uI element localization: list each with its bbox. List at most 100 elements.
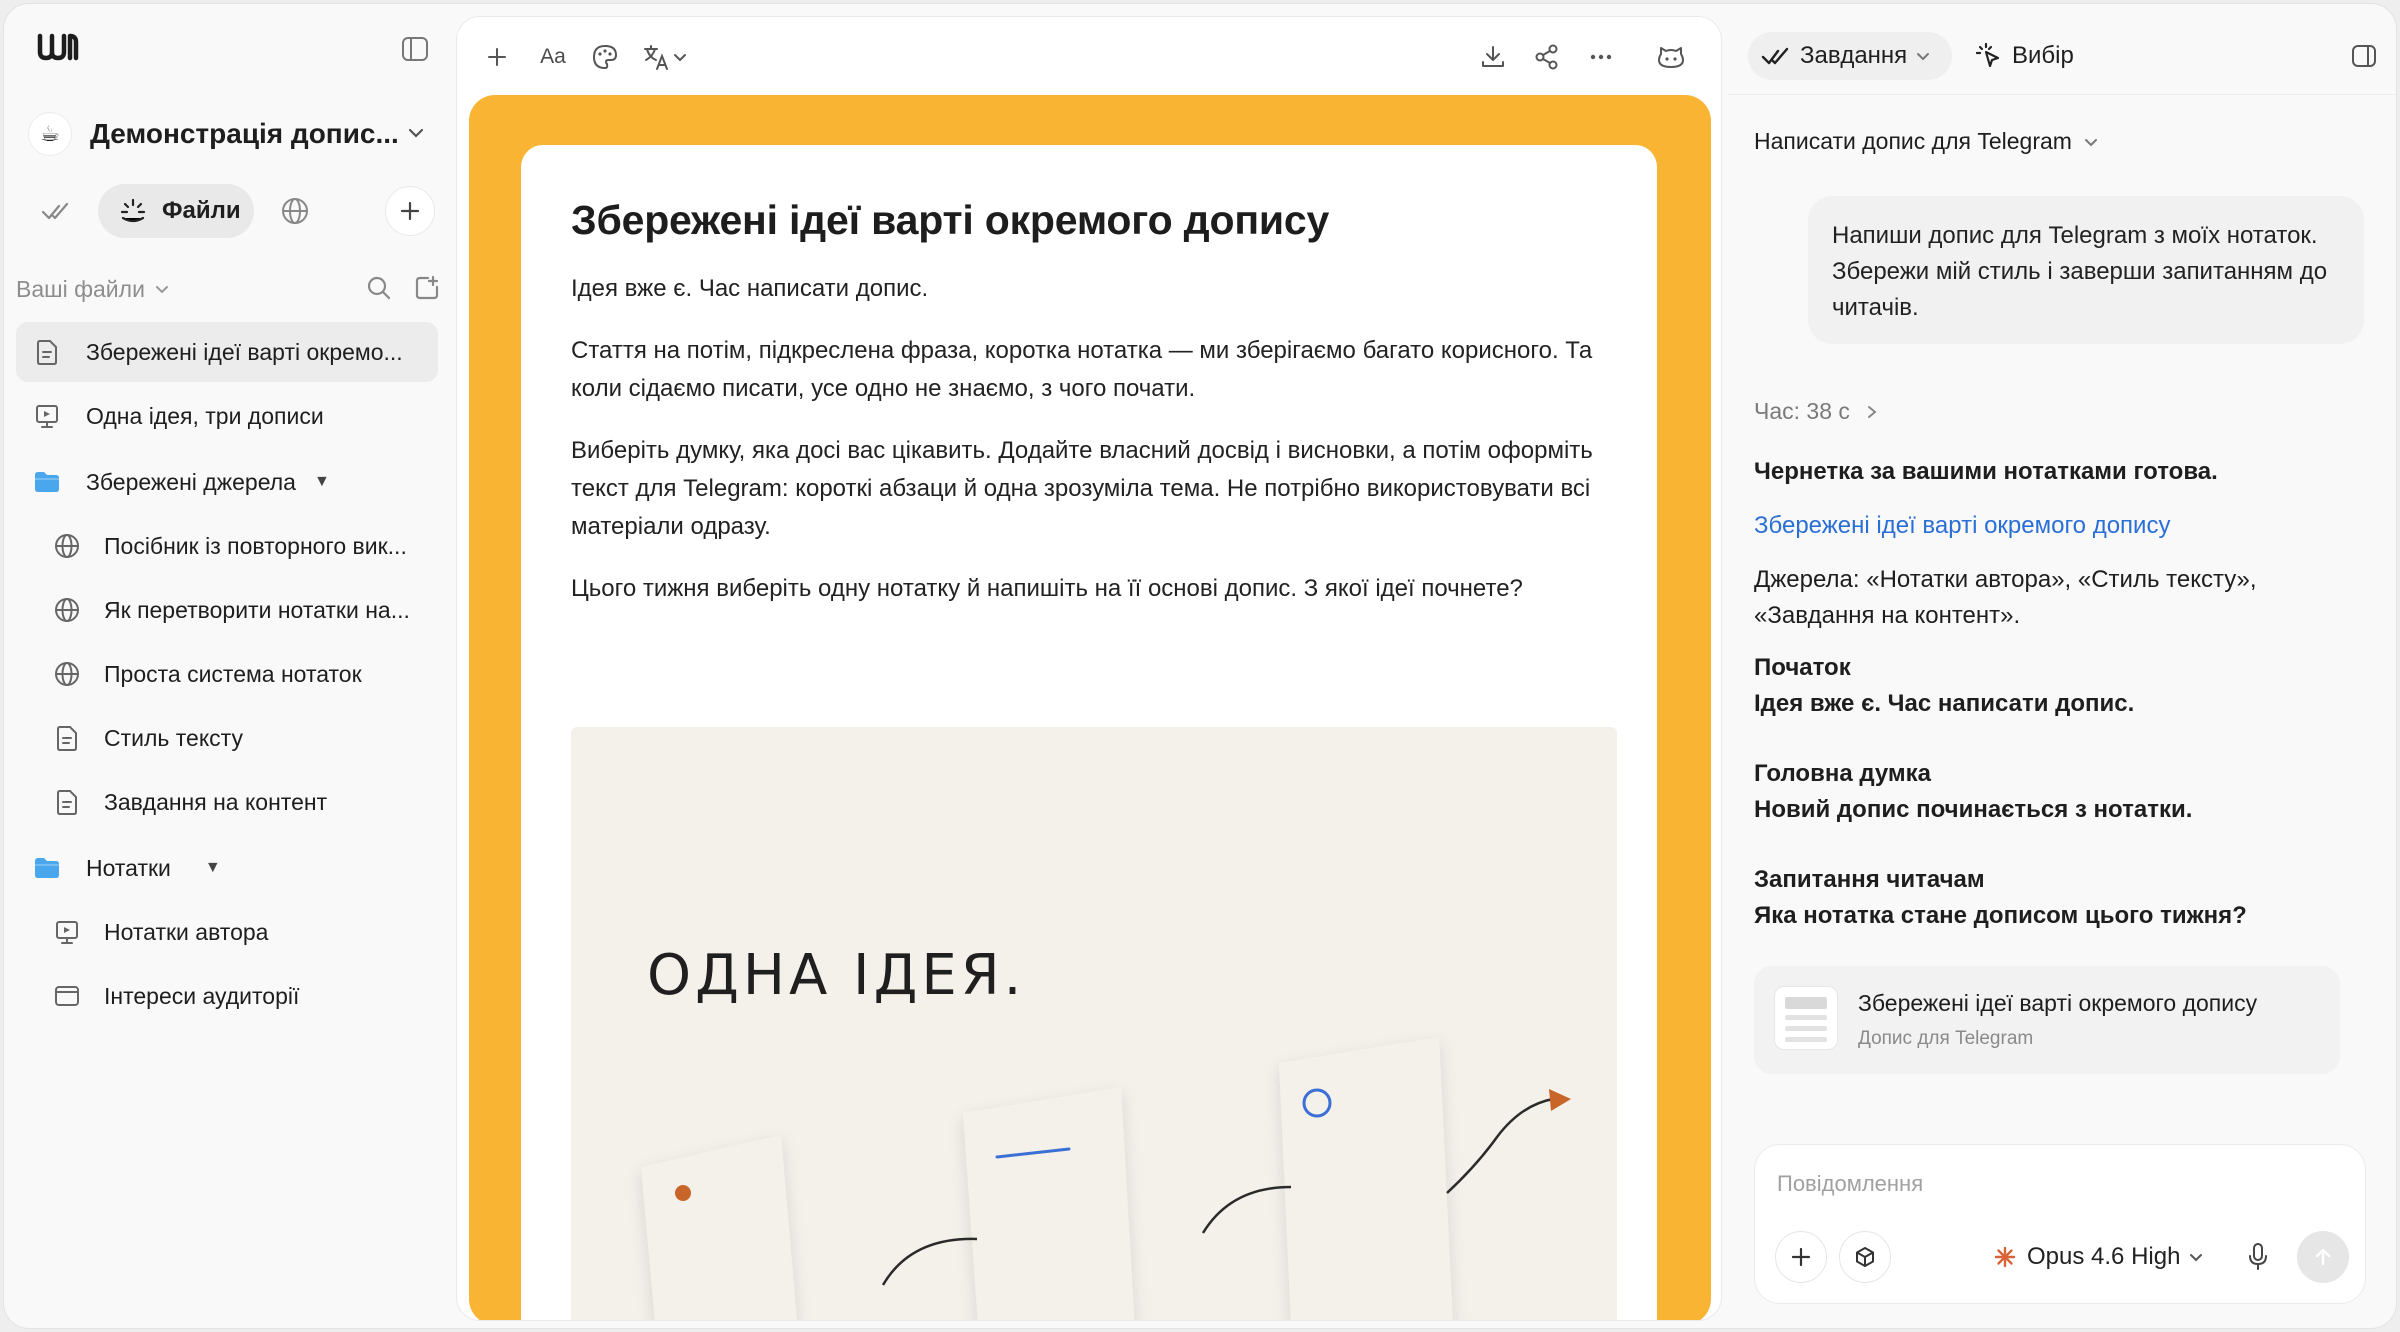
file-item-text-style[interactable]: Стиль тексту (16, 708, 438, 768)
document-title[interactable]: Збережені ідеї варті окремого допису (571, 197, 1607, 244)
app-logo-icon[interactable] (34, 28, 84, 64)
doc-icon (52, 723, 82, 753)
file-item-transform-notes[interactable]: Як перетворити нотатки на... (16, 580, 438, 640)
user-message: Напиши допис для Telegram з моїх нотаток… (1808, 196, 2364, 344)
folder-notes[interactable]: Нотатки ▼ (16, 838, 438, 898)
plus-icon (488, 48, 506, 66)
model-selector[interactable]: Opus 4.6 High (1993, 1237, 2204, 1277)
doc-icon (32, 337, 62, 367)
chevron-down-icon (1917, 53, 1930, 61)
tasks-check-icon[interactable] (36, 192, 74, 230)
chevron-right-icon (1867, 405, 1877, 418)
folder-label: Нотатки (86, 854, 171, 881)
doc-icon (52, 787, 82, 817)
file-item-reuse-guide[interactable]: Посібник із повторного вик... (16, 516, 438, 576)
document-reference-card[interactable]: Збережені ідеї варті окремого допису Доп… (1754, 966, 2340, 1074)
file-item-audience-interests[interactable]: Інтереси аудиторії (16, 966, 438, 1026)
sidebar-toggle-icon[interactable] (400, 34, 430, 64)
file-item-label: Нотатки автора (104, 918, 269, 945)
response-section: Головна думка Новий допис починається з … (1754, 756, 2374, 828)
message-composer: Повідомлення Opus 4.6 High (1754, 1144, 2366, 1304)
model-label: Opus 4.6 High (2027, 1243, 2181, 1270)
document-paragraph[interactable]: Виберіть думку, яка досі вас цікавить. Д… (571, 432, 1607, 546)
translate-button[interactable] (637, 39, 693, 75)
chevron-down-icon (408, 128, 424, 138)
assistant-bot-icon[interactable] (1653, 39, 1689, 75)
editor-toolbar: Aa (457, 17, 1721, 97)
tab-files[interactable]: Файли (98, 184, 254, 238)
send-button[interactable] (2297, 1231, 2349, 1283)
message-input[interactable]: Повідомлення (1777, 1171, 1923, 1197)
caret-down-icon: ▼ (204, 859, 221, 876)
add-block-button[interactable] (479, 39, 515, 75)
microphone-icon[interactable] (2245, 1241, 2271, 1273)
folder-icon (32, 853, 62, 883)
app-window: ☕ Демонстрація допис... Файли Ваші файли (3, 3, 2397, 1329)
share-icon[interactable] (1529, 39, 1565, 75)
document-illustration: ОДНА ІДЕЯ. (571, 727, 1617, 1320)
response-intro: Чернетка за вашими нотатками готова. (1754, 458, 2218, 485)
reference-title: Збережені ідеї варті окремого допису (1858, 990, 2258, 1016)
tab-files-label: Файли (162, 197, 241, 224)
file-item-saved-ideas[interactable]: Збережені ідеї варті окремо... (16, 322, 438, 382)
file-item-label: Стиль тексту (104, 724, 243, 751)
palette-icon[interactable] (585, 39, 625, 75)
file-tree: Збережені ідеї варті окремо... Одна ідея… (16, 322, 438, 1030)
file-item-label: Проста система нотаток (104, 660, 362, 687)
file-item-label: Збережені ідеї варті окремо... (86, 338, 403, 365)
assistant-response: Чернетка за вашими нотатками готова. Збе… (1754, 454, 2374, 954)
more-options-icon[interactable] (1583, 39, 1619, 75)
chevron-down-icon (674, 54, 686, 62)
thread-title[interactable]: Написати допис для Telegram (1754, 128, 2100, 155)
task-selector[interactable]: Завдання (1748, 32, 1952, 80)
document-paragraph[interactable]: Цього тижня виберіть одну нотатку й напи… (571, 570, 1607, 608)
divider (1728, 94, 2396, 95)
double-check-icon (1761, 47, 1789, 65)
chevron-down-icon (2084, 138, 2097, 146)
file-item-one-idea[interactable]: Одна ідея, три дописи (16, 386, 438, 446)
search-icon[interactable] (365, 274, 393, 302)
folder-label: Збережені джерела (86, 468, 296, 495)
reference-subtitle: Допис для Telegram (1858, 1028, 2034, 1049)
panel-toggle-icon[interactable] (2350, 42, 2378, 70)
sidebar: ☕ Демонстрація допис... Файли Ваші файли (4, 4, 451, 1328)
caret-down-icon: ▼ (313, 473, 330, 490)
document-link[interactable]: Збережені ідеї варті окремого допису (1754, 508, 2374, 544)
files-header[interactable]: Ваші файли (16, 272, 441, 306)
workspace-switcher[interactable]: ☕ Демонстрація допис... (28, 106, 433, 162)
download-icon[interactable] (1475, 39, 1511, 75)
reasoning-time[interactable]: Час: 38 с (1754, 398, 1880, 425)
folder-saved-sources[interactable]: Збережені джерела ▼ (16, 452, 438, 512)
file-item-label: Одна ідея, три дописи (86, 402, 324, 429)
assistant-header: Завдання Вибір (1748, 32, 2388, 82)
add-button[interactable] (385, 186, 435, 236)
section-text: Новий допис починається з нотатки. (1754, 796, 2193, 823)
globe-icon[interactable] (276, 192, 314, 230)
workspace-avatar: ☕ (28, 112, 72, 156)
cube-icon (1856, 1247, 1874, 1267)
file-item-label: Як перетворити нотатки на... (104, 596, 410, 623)
files-header-label: Ваші файли (16, 275, 145, 302)
file-item-content-brief[interactable]: Завдання на контент (16, 772, 438, 832)
section-heading: Запитання читачам (1754, 866, 1985, 893)
document-paragraph[interactable]: Ідея вже є. Час написати допис. (571, 270, 1607, 308)
attach-button[interactable] (1775, 1231, 1827, 1283)
file-item-author-notes[interactable]: Нотатки автора (16, 902, 438, 962)
document-paragraph[interactable]: Стаття на потім, підкреслена фраза, коро… (571, 332, 1607, 408)
new-file-icon[interactable] (413, 274, 441, 302)
translate-icon (644, 45, 668, 70)
chevron-down-icon (155, 286, 168, 294)
document-thumbnail (1774, 986, 1838, 1050)
globe-icon (52, 659, 82, 689)
font-button[interactable]: Aa (531, 39, 575, 75)
assistant-panel: Завдання Вибір Написати допис для Telegr… (1728, 4, 2396, 1328)
choice-button[interactable]: Вибір (1974, 32, 2074, 80)
illustration-cards-graphic (641, 1037, 1571, 1320)
file-item-label: Інтереси аудиторії (104, 982, 300, 1009)
file-item-simple-system[interactable]: Проста система нотаток (16, 644, 438, 704)
response-section: Початок Ідея вже є. Час написати допис. (1754, 650, 2374, 722)
pointer-click-icon (1975, 42, 2000, 68)
choice-label: Вибір (2012, 42, 2074, 69)
tools-button[interactable] (1839, 1231, 1891, 1283)
section-text: Ідея вже є. Час написати допис. (1754, 690, 2135, 717)
